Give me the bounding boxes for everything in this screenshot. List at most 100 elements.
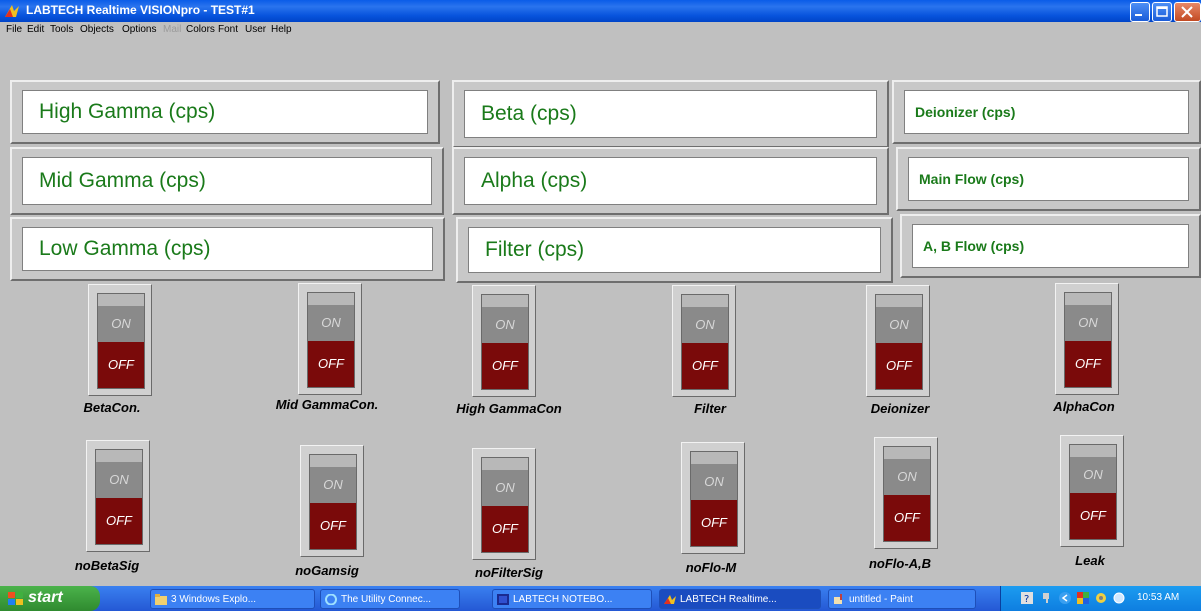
menu-edit[interactable]: Edit [27, 24, 44, 35]
switch-off-label: OFF [1065, 341, 1111, 387]
panel-label: Deionizer (cps) [915, 104, 1016, 120]
menu-options[interactable]: Options [122, 24, 156, 35]
switch-high-gammacon[interactable]: ON OFF [472, 285, 536, 397]
panel-label: High Gamma (cps) [39, 100, 216, 123]
notebook-app-icon [497, 594, 509, 605]
menu-mail: Mail [163, 24, 182, 35]
switch-on-label: ON [691, 464, 737, 500]
start-label: start [28, 589, 63, 606]
system-tray: ? 10:53 AM [1000, 586, 1201, 611]
app-tray-icon[interactable] [1077, 592, 1089, 604]
panel-label: Beta (cps) [481, 102, 577, 125]
switch-label-deionizer: Deionizer [870, 401, 930, 416]
menu-colors[interactable]: Colors [186, 24, 215, 35]
switch-label-filter: Filter [694, 401, 726, 416]
start-button[interactable]: start [0, 586, 100, 611]
switch-on-label: ON [310, 467, 356, 503]
switch-on-label: ON [482, 307, 528, 343]
volume-tray-icon[interactable] [1095, 592, 1107, 604]
maximize-button[interactable] [1152, 2, 1172, 22]
close-icon [1181, 6, 1193, 18]
maximize-icon [1156, 6, 1168, 17]
switch-track: ON OFF [309, 454, 357, 550]
switch-track: ON OFF [307, 292, 355, 388]
panel-label: Filter (cps) [485, 238, 585, 261]
switch-nogamsig[interactable]: ON OFF [300, 445, 364, 557]
taskbar-item-labtech-realtime[interactable]: LABTECH Realtime... [659, 589, 821, 609]
switch-alphacon[interactable]: ON OFF [1055, 283, 1119, 395]
switch-label-leak: Leak [1075, 553, 1105, 568]
back-arrow-tray-icon[interactable] [1059, 592, 1071, 604]
taskbar-item-label: untitled - Paint [849, 594, 913, 605]
switch-label-noflo-m: noFlo-M [685, 560, 737, 575]
panel-beta: Beta (cps) [452, 80, 889, 148]
switch-leak[interactable]: ON OFF [1060, 435, 1124, 547]
switch-on-label: ON [96, 462, 142, 498]
switch-nofiltersig[interactable]: ON OFF [472, 448, 536, 560]
realtime-app-icon [664, 595, 676, 604]
switch-on-label: ON [98, 306, 144, 342]
network-tray-icon[interactable] [1041, 592, 1053, 604]
switch-off-label: OFF [308, 341, 354, 387]
panel-deionizer: Deionizer (cps) [892, 80, 1201, 144]
panel-low-gamma-display: Low Gamma (cps) [22, 227, 433, 271]
menu-file[interactable]: File [6, 24, 22, 35]
switch-off-label: OFF [1070, 493, 1116, 539]
switch-off-label: OFF [96, 498, 142, 544]
taskbar: start 3 Windows Explo... The Utility Con… [0, 586, 1201, 611]
taskbar-item-label: LABTECH NOTEBO... [513, 594, 613, 605]
panel-mid-gamma: Mid Gamma (cps) [10, 147, 444, 215]
minimize-button[interactable] [1130, 2, 1150, 22]
switch-deionizer[interactable]: ON OFF [866, 285, 930, 397]
switch-on-label: ON [682, 307, 728, 343]
switch-noflo-m[interactable]: ON OFF [681, 442, 745, 554]
close-button[interactable] [1174, 2, 1201, 22]
switch-nobetasig[interactable]: ON OFF [86, 440, 150, 552]
panel-main-flow: Main Flow (cps) [896, 147, 1201, 211]
switch-off-label: OFF [310, 503, 356, 549]
window-title: LABTECH Realtime VISIONpro - TEST#1 [26, 3, 255, 17]
switch-off-label: OFF [691, 500, 737, 546]
switch-track: ON OFF [875, 294, 923, 390]
internet-explorer-icon [325, 594, 337, 605]
paint-icon [834, 594, 842, 604]
menu-bar: File Edit Tools Objects Options Mail Col… [0, 22, 1201, 38]
switch-filter[interactable]: ON OFF [672, 285, 736, 397]
taskbar-item-paint[interactable]: untitled - Paint [828, 589, 976, 609]
switch-betacon[interactable]: ON OFF [88, 284, 152, 396]
panel-mid-gamma-display: Mid Gamma (cps) [22, 157, 432, 205]
taskbar-clock[interactable]: 10:53 AM [1137, 592, 1179, 603]
switch-noflo-ab[interactable]: ON OFF [874, 437, 938, 549]
switch-track: ON OFF [1069, 444, 1117, 540]
panel-label: Low Gamma (cps) [39, 237, 211, 260]
switch-track: ON OFF [690, 451, 738, 547]
menu-tools[interactable]: Tools [50, 24, 73, 35]
switch-off-label: OFF [682, 343, 728, 389]
taskbar-item-utility-connection[interactable]: The Utility Connec... [320, 589, 460, 609]
switch-mid-gammacon[interactable]: ON OFF [298, 283, 362, 395]
switch-off-label: OFF [876, 343, 922, 389]
switch-label-nobetasig: noBetaSig [74, 558, 140, 573]
menu-user[interactable]: User [245, 24, 266, 35]
switch-off-label: OFF [482, 343, 528, 389]
switch-track: ON OFF [95, 449, 143, 545]
menu-help[interactable]: Help [271, 24, 292, 35]
taskbar-item-windows-explorer[interactable]: 3 Windows Explo... [150, 589, 315, 609]
switch-off-label: OFF [482, 506, 528, 552]
title-bar: LABTECH Realtime VISIONpro - TEST#1 [0, 0, 1201, 22]
folder-icon [155, 594, 167, 605]
switch-label-betacon: BetaCon. [83, 400, 141, 415]
panel-filter-display: Filter (cps) [468, 227, 881, 273]
switch-on-label: ON [1070, 457, 1116, 493]
panel-ab-flow-display: A, B Flow (cps) [912, 224, 1189, 268]
menu-objects[interactable]: Objects [80, 24, 114, 35]
switch-off-label: OFF [98, 342, 144, 388]
taskbar-item-labtech-notebook[interactable]: LABTECH NOTEBO... [492, 589, 652, 609]
panel-alpha-display: Alpha (cps) [464, 157, 877, 205]
panel-beta-display: Beta (cps) [464, 90, 877, 138]
switch-track: ON OFF [1064, 292, 1112, 388]
panel-label: Main Flow (cps) [919, 171, 1024, 187]
menu-font[interactable]: Font [218, 24, 238, 35]
clock-tray-icon[interactable] [1113, 592, 1125, 604]
help-tray-icon[interactable]: ? [1021, 592, 1033, 604]
